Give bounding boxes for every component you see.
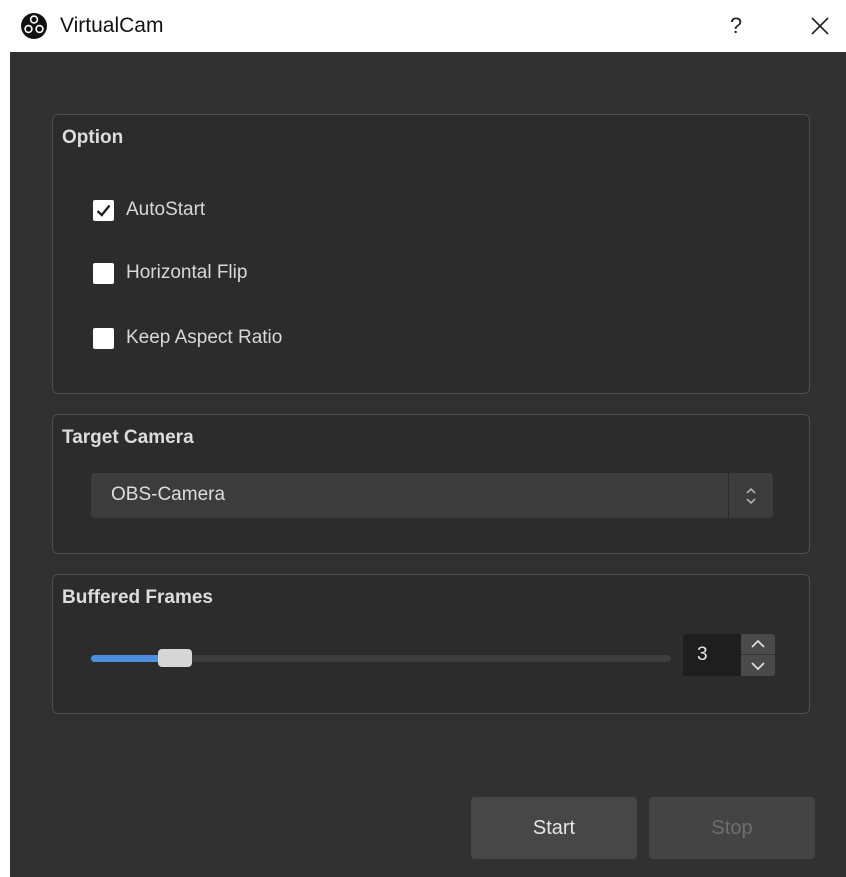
slider-handle[interactable] [158,649,192,667]
horizontal-flip-checkbox[interactable]: Horizontal Flip [93,260,247,286]
checkmark-icon [96,204,111,217]
buffered-frames-group: Buffered Frames 3 [52,574,810,714]
dialog-body: Option AutoStart Horizontal Flip Keep As… [10,52,846,877]
start-button[interactable]: Start [471,797,637,859]
checkbox-label: Horizontal Flip [126,262,248,283]
autostart-checkbox[interactable]: AutoStart [93,197,205,223]
stop-button[interactable]: Stop [649,797,815,859]
target-camera-group: Target Camera OBS-Camera [52,414,810,554]
spinbox-value: 3 [697,644,708,665]
obs-logo-icon [21,13,47,39]
close-button[interactable] [802,8,838,44]
option-group-title: Option [62,127,124,148]
dropdown-arrow[interactable] [728,473,773,518]
checkbox-box[interactable] [93,199,114,221]
virtualcam-dialog: VirtualCam ? Option AutoStart Horizontal… [0,0,846,877]
select-value: OBS-Camera [111,484,226,505]
help-button[interactable]: ? [718,8,754,44]
keep-aspect-ratio-checkbox[interactable]: Keep Aspect Ratio [93,325,282,351]
up-down-chevron-icon [746,487,756,504]
slider-fill [91,655,166,662]
target-camera-group-title: Target Camera [62,427,194,448]
chevron-down-icon [751,661,765,670]
window-title: VirtualCam [60,14,164,37]
chevron-up-icon [751,639,765,648]
checkbox-label: Keep Aspect Ratio [126,327,283,348]
spinbox-arrows [741,634,775,676]
buffered-frames-spinbox[interactable]: 3 [683,634,775,676]
title-bar: VirtualCam ? [0,0,846,52]
checkbox-box[interactable] [93,327,114,349]
spinbox-down-button[interactable] [741,655,775,676]
target-camera-select[interactable]: OBS-Camera [91,473,773,518]
option-group: Option AutoStart Horizontal Flip Keep As… [52,114,810,394]
spinbox-up-button[interactable] [741,634,775,655]
buffered-frames-group-title: Buffered Frames [62,587,213,608]
checkbox-label: AutoStart [126,199,206,220]
buffered-frames-slider[interactable] [91,643,671,673]
checkbox-box[interactable] [93,262,114,284]
close-icon [811,17,829,35]
